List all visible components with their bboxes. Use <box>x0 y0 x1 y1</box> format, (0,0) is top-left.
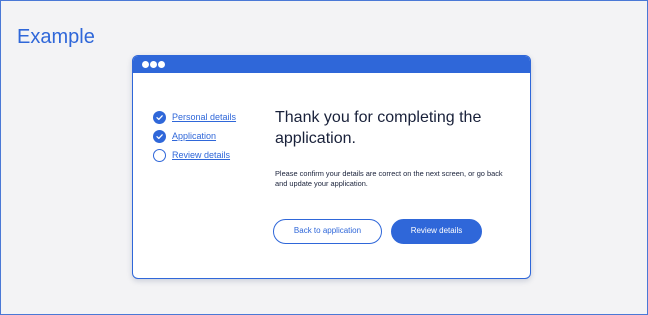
personal-details-link[interactable]: Personal details <box>172 112 236 122</box>
window-title-bar <box>133 56 530 73</box>
step-application: Application <box>153 127 263 145</box>
example-panel: Example Personal details Application Rev… <box>0 0 648 315</box>
example-title: Example <box>17 26 95 48</box>
step-review-details: Review details <box>153 146 263 164</box>
review-details-button[interactable]: Review details <box>391 219 482 244</box>
browser-window: Personal details Application Review deta… <box>132 55 531 279</box>
window-dot-icon <box>142 61 149 68</box>
window-dot-icon <box>150 61 157 68</box>
empty-circle-icon <box>153 148 166 162</box>
window-dot-icon <box>158 61 165 68</box>
review-details-link[interactable]: Review details <box>172 150 230 160</box>
step-personal-details: Personal details <box>153 108 263 126</box>
confirmation-description: Please confirm your details are correct … <box>275 169 503 188</box>
application-link[interactable]: Application <box>172 131 216 141</box>
check-circle-icon <box>153 110 166 124</box>
back-to-application-button[interactable]: Back to application <box>273 219 382 244</box>
confirmation-heading: Thank you for completing the application… <box>275 109 482 147</box>
check-circle-icon <box>153 129 166 143</box>
progress-steps: Personal details Application Review deta… <box>153 108 263 165</box>
